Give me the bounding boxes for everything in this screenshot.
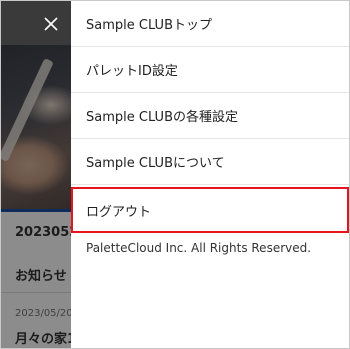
menu-item-label: ログアウト xyxy=(86,204,152,220)
menu-item-label: パレットID設定 xyxy=(86,64,178,79)
close-icon xyxy=(44,17,58,31)
app-frame: 2023052 お知らせ 2023/05/20 月々の家1 Sample CLU… xyxy=(0,0,350,349)
menu-item-label: Sample CLUBトップ xyxy=(86,18,212,33)
menu-item-club-settings[interactable]: Sample CLUBの各種設定 xyxy=(71,93,349,139)
menu-item-about-club[interactable]: Sample CLUBについて xyxy=(71,139,349,185)
menu-item-label: Sample CLUBについて xyxy=(86,156,225,171)
dim-overlay[interactable] xyxy=(1,1,71,348)
menu-item-logout[interactable]: ログアウト xyxy=(71,187,349,233)
menu-item-palette-id-settings[interactable]: パレットID設定 xyxy=(71,47,349,93)
background-page: 2023052 お知らせ 2023/05/20 月々の家1 xyxy=(1,1,71,348)
menu-item-club-top[interactable]: Sample CLUBトップ xyxy=(71,1,349,47)
menu-item-label: Sample CLUBの各種設定 xyxy=(86,110,238,125)
close-button[interactable] xyxy=(41,14,61,34)
copyright-text: PaletteCloud Inc. All Rights Reserved. xyxy=(86,241,312,255)
drawer-menu: Sample CLUBトップ パレットID設定 Sample CLUBの各種設定… xyxy=(71,1,349,348)
